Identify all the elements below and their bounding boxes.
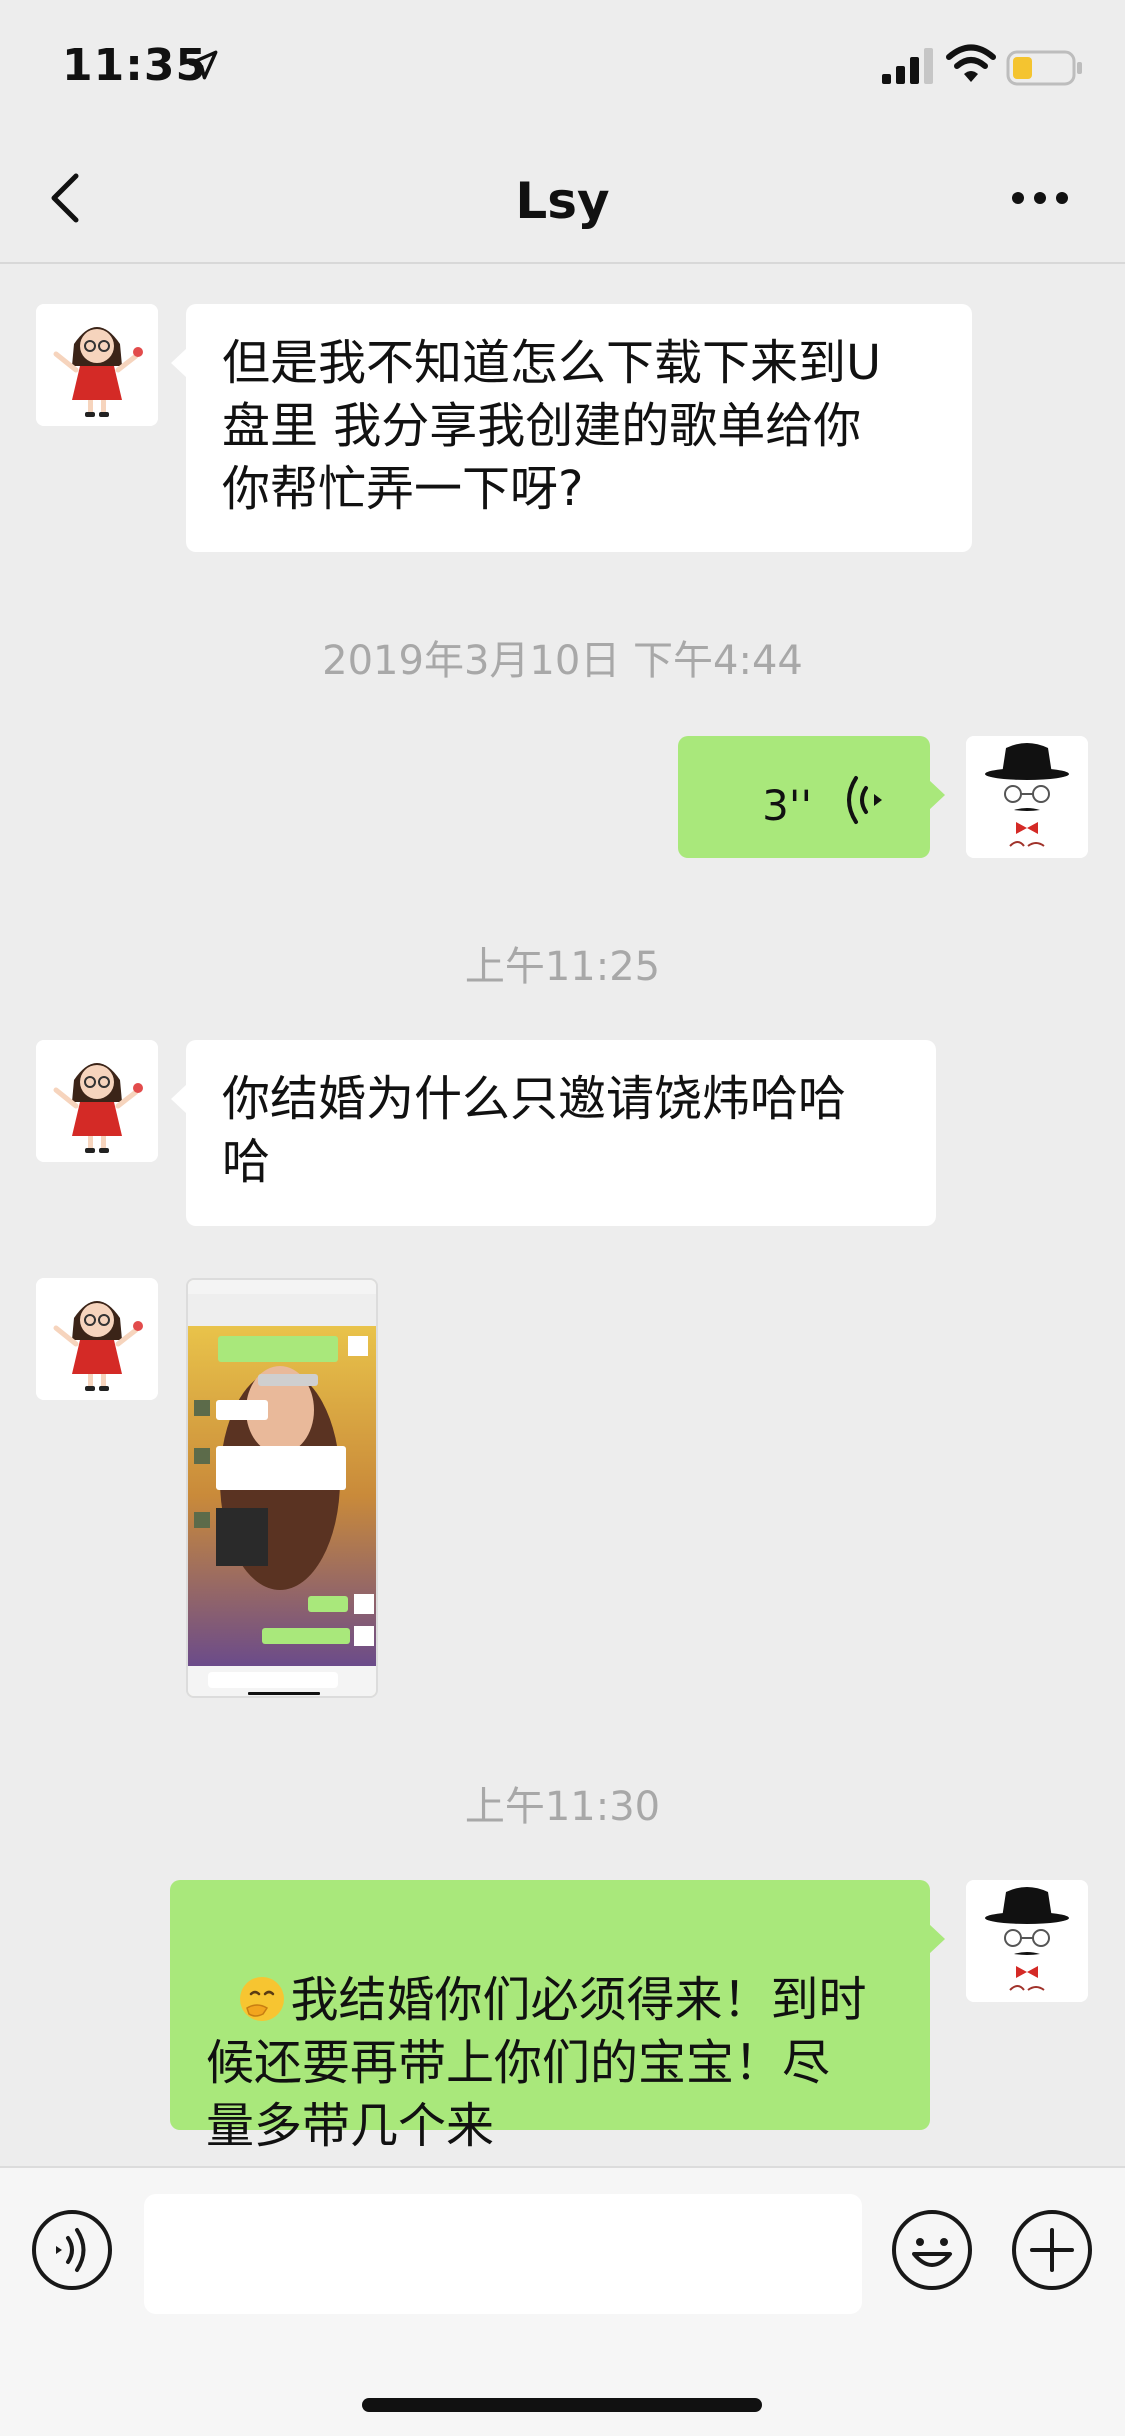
image-message-thumbnail[interactable] bbox=[186, 1278, 378, 1698]
chat-screenshot-image bbox=[188, 1280, 376, 1696]
wifi-icon bbox=[946, 44, 996, 82]
voice-wave-icon bbox=[847, 776, 882, 824]
message-bubble-incoming[interactable]: 你结婚为什么只邀请饶炜哈哈 哈 bbox=[171, 1040, 936, 1226]
status-bar: 11:35 bbox=[0, 0, 1125, 132]
home-indicator bbox=[362, 2398, 762, 2412]
gentleman-hat-avatar-icon bbox=[966, 736, 1088, 858]
location-arrow-icon bbox=[188, 50, 218, 80]
message-input-bar bbox=[0, 2166, 1125, 2436]
message-bubble-outgoing[interactable]: 我结婚你们必须得来！到时 候还要再带上你们的宝宝！尽 量多带几个来 bbox=[170, 1880, 945, 2154]
more-dots-icon[interactable] bbox=[1010, 190, 1070, 206]
contact-avatar[interactable] bbox=[36, 304, 158, 426]
girl-avatar-icon bbox=[36, 1040, 158, 1162]
battery-low-icon bbox=[1006, 50, 1082, 86]
voice-duration: 3'' bbox=[762, 781, 812, 830]
message-timestamp: 上午11:25 bbox=[464, 944, 661, 990]
voice-mode-icon[interactable] bbox=[30, 2208, 114, 2292]
plus-icon[interactable] bbox=[1010, 2208, 1094, 2292]
my-avatar[interactable] bbox=[966, 736, 1088, 858]
message-text-input[interactable] bbox=[144, 2194, 862, 2314]
message-timestamp: 2019年3月10日 下午4:44 bbox=[322, 638, 803, 684]
message-text: 我结婚你们必须得来！到时 候还要再带上你们的宝宝！尽 量多带几个来 bbox=[206, 1972, 867, 2154]
contact-avatar[interactable] bbox=[36, 1040, 158, 1162]
girl-avatar-icon bbox=[36, 304, 158, 426]
girl-avatar-icon bbox=[36, 1278, 158, 1400]
chat-title: Lsy bbox=[515, 172, 610, 230]
thinking-face-emoji bbox=[239, 1977, 284, 2021]
signal-icon bbox=[882, 48, 933, 84]
message-bubble-incoming[interactable]: 但是我不知道怎么下载下来到U 盘里 我分享我创建的歌单给你 你帮忙弄一下呀? bbox=[171, 304, 972, 552]
my-avatar[interactable] bbox=[966, 1880, 1088, 2002]
chat-header: Lsy bbox=[0, 132, 1125, 264]
gentleman-hat-avatar-icon bbox=[966, 1880, 1088, 2002]
message-timestamp: 上午11:30 bbox=[464, 1784, 661, 1830]
emoji-icon[interactable] bbox=[890, 2208, 974, 2292]
contact-avatar[interactable] bbox=[36, 1278, 158, 1400]
voice-message-bubble[interactable]: 3'' bbox=[678, 736, 945, 858]
